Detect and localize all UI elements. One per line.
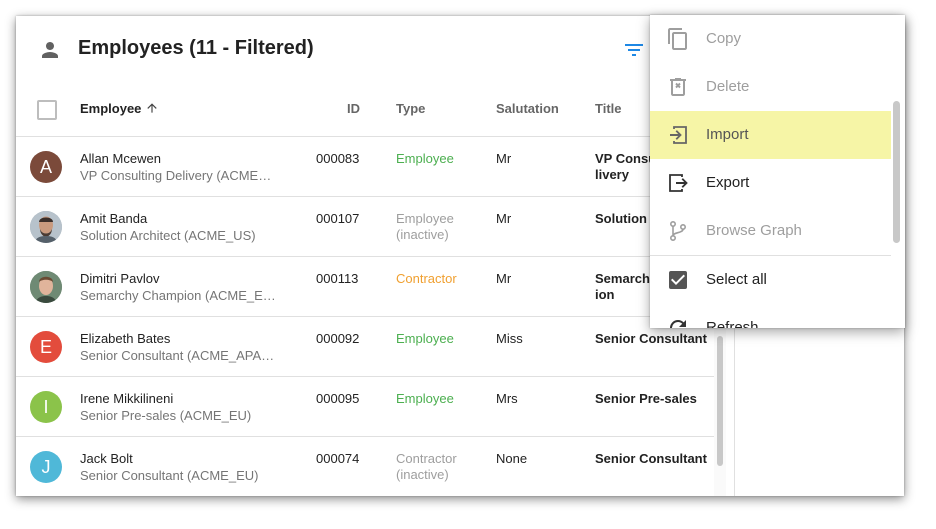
employee-id: 000092 <box>316 331 360 346</box>
avatar-letter: J <box>41 457 51 477</box>
avatar <box>30 271 62 303</box>
employee-salutation: None <box>496 451 528 466</box>
table-row[interactable]: A Allan Mcewen VP Consulting Delivery (A… <box>16 137 714 197</box>
menu-item-label: Export <box>706 174 750 191</box>
employee-name: Elizabeth Bates <box>80 331 171 346</box>
table-row[interactable]: J Jack Bolt Senior Consultant (ACME_EU) … <box>16 437 714 496</box>
arrow-up-icon <box>147 103 158 113</box>
menu-scrollbar-thumb[interactable] <box>893 101 900 243</box>
employee-title: Senior Consultant <box>595 451 707 466</box>
employee-title: Senior Pre-sales <box>595 391 697 406</box>
avatar-letter: I <box>43 397 49 417</box>
table-body: A Allan Mcewen VP Consulting Delivery (A… <box>16 137 714 496</box>
table-row[interactable]: Dimitri Pavlov Semarchy Champion (ACME_E… <box>16 257 714 317</box>
employee-name: Dimitri Pavlov <box>80 271 160 286</box>
avatar-letter: A <box>39 157 52 177</box>
avatar: J <box>30 451 62 483</box>
employee-id: 000113 <box>316 271 359 286</box>
employee-subtitle: Senior Pre-sales (ACME_EU) <box>80 408 252 423</box>
menu-item-export[interactable]: Export <box>650 159 891 207</box>
avatar: E <box>30 331 62 363</box>
menu-item-label: Import <box>706 126 749 143</box>
graph-icon <box>670 220 687 241</box>
employee-name: Amit Banda <box>80 211 148 226</box>
avatar: I <box>30 391 62 423</box>
employee-name: Jack Bolt <box>80 451 133 466</box>
employee-name: Allan Mcewen <box>80 151 161 166</box>
employee-name: Irene Mikkilineni <box>80 391 174 406</box>
employee-type: Contractor (inactive) <box>396 451 457 482</box>
employee-salutation: Mr <box>496 271 512 286</box>
select-all-checkbox[interactable] <box>37 100 57 120</box>
table-row[interactable]: E Elizabeth Bates Senior Consultant (ACM… <box>16 317 714 377</box>
face-photo-icon <box>30 271 62 303</box>
employee-subtitle: Solution Architect (ACME_US) <box>80 228 256 243</box>
table-row[interactable]: I Irene Mikkilineni Senior Pre-sales (AC… <box>16 377 714 437</box>
import-icon <box>670 126 687 144</box>
avatar: A <box>30 151 62 183</box>
employee-type: Employee <box>396 331 454 346</box>
menu-item-delete[interactable]: Delete <box>650 63 891 111</box>
menu-item-select-all[interactable]: Select all <box>650 256 891 304</box>
table-row[interactable]: Amit Banda Solution Architect (ACME_US) … <box>16 197 714 257</box>
employee-id: 000074 <box>316 451 360 466</box>
menu-item-label: Select all <box>706 271 767 288</box>
column-type[interactable]: Type <box>396 101 425 116</box>
refresh-icon <box>670 320 686 328</box>
employee-subtitle: Semarchy Champion (ACME_E… <box>80 288 276 303</box>
employee-id: 000107 <box>316 211 360 226</box>
export-icon <box>669 174 688 192</box>
avatar-letter: E <box>39 337 52 357</box>
page-title: Employees (11 - Filtered) <box>78 37 314 59</box>
column-employee[interactable]: Employee <box>80 101 159 116</box>
menu-item-copy[interactable]: Copy <box>650 15 891 63</box>
employee-subtitle: Senior Consultant (ACME_EU) <box>80 468 259 483</box>
person-icon <box>42 42 58 58</box>
employee-type: Employee <box>396 391 454 406</box>
face-photo-icon <box>30 211 62 243</box>
employee-id: 000083 <box>316 151 360 166</box>
menu-item-label: Copy <box>706 30 742 47</box>
delete-icon <box>670 78 686 96</box>
column-title[interactable]: Title <box>595 101 622 116</box>
menu-item-browse-graph[interactable]: Browse Graph <box>650 207 891 255</box>
employee-type: Contractor <box>396 271 457 286</box>
employee-subtitle: VP Consulting Delivery (ACME… <box>80 168 272 183</box>
employee-type: Employee <box>396 151 454 166</box>
table-scrollbar-thumb[interactable] <box>717 336 723 466</box>
menu-item-import[interactable]: Import <box>650 111 891 159</box>
menu-item-refresh[interactable]: Refresh <box>650 304 891 328</box>
checkbox-checked-icon <box>669 271 687 289</box>
employee-type: Employee (inactive) <box>396 211 454 242</box>
column-id[interactable]: ID <box>347 101 360 116</box>
avatar <box>30 211 62 243</box>
filter-icon[interactable] <box>622 38 646 62</box>
menu-item-label: Refresh <box>706 319 759 328</box>
copy-icon <box>668 28 687 50</box>
employee-id: 000095 <box>316 391 360 406</box>
table-header: Employee ID Type Salutation Title <box>16 86 714 137</box>
actions-menu: Copy Delete Import Export Browse Graph S… <box>650 15 905 328</box>
menu-item-label: Delete <box>706 78 750 95</box>
employee-salutation: Mr <box>496 151 512 166</box>
employee-title: Senior Consultant <box>595 331 707 346</box>
menu-item-label: Browse Graph <box>706 222 802 239</box>
column-salutation[interactable]: Salutation <box>496 101 559 116</box>
employee-salutation: Miss <box>496 331 523 346</box>
column-employee-label: Employee <box>80 101 142 116</box>
employee-subtitle: Senior Consultant (ACME_APA… <box>80 348 275 363</box>
list-header: Employees (11 - Filtered) <box>16 16 726 86</box>
employee-salutation: Mrs <box>496 391 518 406</box>
employee-salutation: Mr <box>496 211 512 226</box>
